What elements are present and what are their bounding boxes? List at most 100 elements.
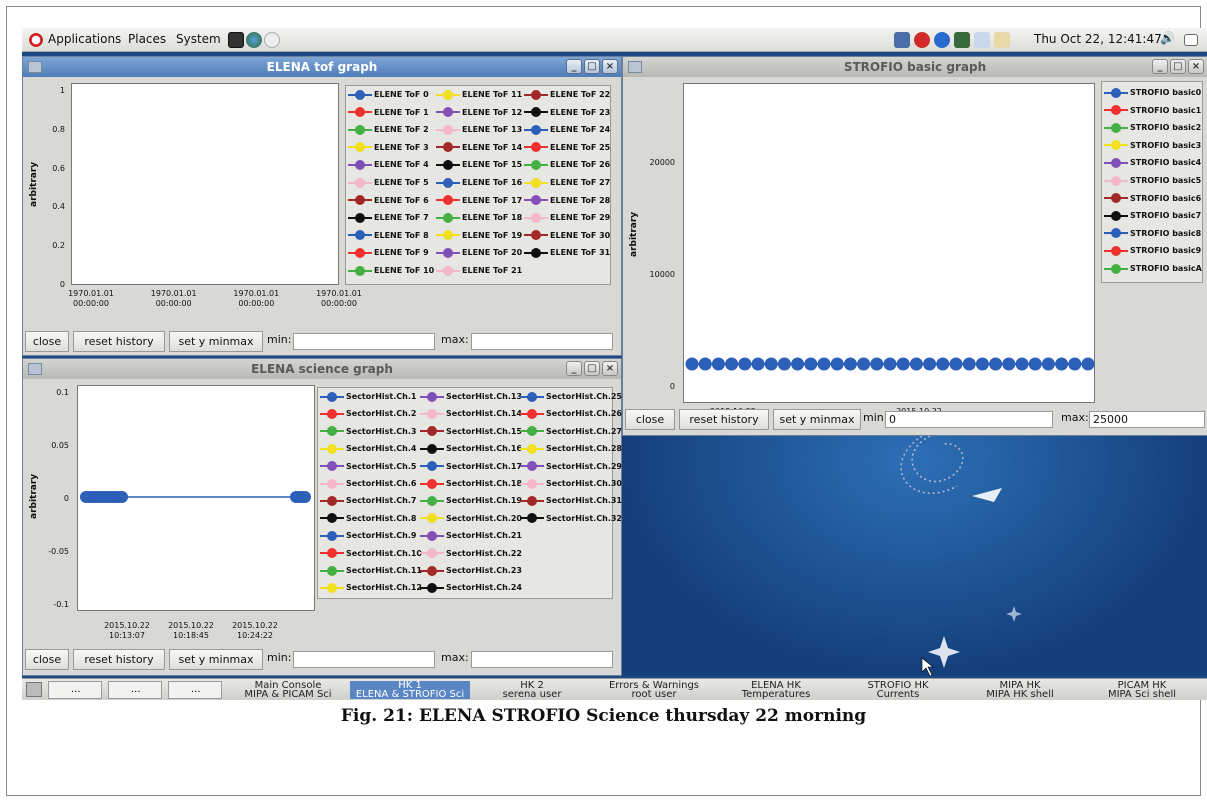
- update-icon[interactable]: [914, 32, 930, 48]
- legend-entry: ELENE ToF 23: [524, 106, 610, 120]
- maximize-icon[interactable]: □: [584, 59, 600, 74]
- workspace-6[interactable]: STROFIO HK Currents: [838, 681, 958, 700]
- legend-entry: SectorHist.Ch.22: [420, 547, 522, 561]
- legend-entry: ELENE ToF 9: [348, 246, 429, 260]
- legend-label: ELENE ToF 30: [550, 230, 611, 240]
- legend-entry: SectorHist.Ch.9: [320, 529, 416, 543]
- show-desktop-button[interactable]: [26, 682, 42, 697]
- strofio-plot-area[interactable]: [683, 83, 1095, 403]
- min-input[interactable]: 0: [885, 411, 1053, 428]
- min-label: min:: [863, 411, 888, 424]
- workspace-7[interactable]: MIPA HK MIPA HK shell: [960, 681, 1080, 700]
- legend-swatch: [420, 513, 444, 524]
- reset-history-button[interactable]: reset history: [73, 649, 165, 670]
- menu-places[interactable]: Places: [128, 32, 166, 46]
- workspace-2[interactable]: HK 1 ELENA & STROFIO Sci: [350, 681, 470, 700]
- legend-marker: [327, 426, 337, 437]
- legend-entry: STROFIO basic3: [1104, 139, 1201, 153]
- legend-swatch: [420, 478, 444, 489]
- workspace-3[interactable]: HK 2 serena user: [472, 681, 592, 700]
- show-desktop-icon[interactable]: [1184, 34, 1198, 46]
- close-icon[interactable]: ×: [602, 361, 618, 376]
- display-icon[interactable]: [894, 32, 910, 48]
- workspace-8[interactable]: PICAM HK MIPA Sci shell: [1082, 681, 1202, 700]
- debian-logo-icon[interactable]: [28, 32, 44, 48]
- titlebar-elena-science[interactable]: ELENA science graph _ □ ×: [23, 359, 621, 379]
- window-menu-icon[interactable]: [28, 363, 42, 375]
- data-point: [698, 357, 712, 371]
- legend-label: ELENE ToF 23: [550, 107, 611, 117]
- accessibility-icon[interactable]: [934, 32, 950, 48]
- workspace-1[interactable]: Main Console MIPA & PICAM Sci: [228, 681, 348, 700]
- legend-label: ELENE ToF 13: [462, 125, 523, 135]
- minimized-window-3[interactable]: ...: [168, 681, 222, 699]
- y-tick-label: 0.2: [52, 241, 65, 251]
- window-elena-science[interactable]: ELENA science graph _ □ × arbitrary 0.1 0…: [22, 358, 622, 676]
- tof-plot-area[interactable]: [71, 83, 339, 285]
- max-input[interactable]: [471, 333, 613, 350]
- y-tick-label: -0.1: [53, 600, 69, 609]
- legend-marker: [527, 478, 537, 489]
- titlebar-elena-tof[interactable]: ELENA tof graph _ □ ×: [23, 57, 621, 77]
- menu-applications[interactable]: Applications: [48, 32, 121, 46]
- set-y-minmax-button[interactable]: set y minmax: [169, 331, 263, 352]
- legend-swatch: [436, 177, 460, 188]
- window-title: STROFIO basic graph: [843, 60, 987, 74]
- min-input[interactable]: [293, 333, 435, 350]
- minimize-icon[interactable]: _: [566, 59, 582, 74]
- science-plot-area[interactable]: [77, 385, 315, 611]
- legend-label: SectorHist.Ch.28: [546, 444, 622, 454]
- minimized-window-2[interactable]: ...: [108, 681, 162, 699]
- reset-history-button[interactable]: reset history: [679, 409, 769, 430]
- close-icon[interactable]: ×: [1188, 59, 1204, 74]
- workspace-5[interactable]: ELENA HK Temperatures: [716, 681, 836, 700]
- legend-swatch: [436, 230, 460, 241]
- max-label: max:: [441, 333, 469, 346]
- minimize-icon[interactable]: _: [1152, 59, 1168, 74]
- legend-marker: [355, 124, 365, 135]
- close-button[interactable]: close: [25, 649, 69, 670]
- close-icon[interactable]: ×: [602, 59, 618, 74]
- legend-entry: ELENE ToF 15: [436, 158, 522, 172]
- minimize-icon[interactable]: _: [566, 361, 582, 376]
- menu-system[interactable]: System: [176, 32, 221, 46]
- minimized-window-1[interactable]: ...: [48, 681, 102, 699]
- browser-icon[interactable]: [246, 32, 262, 48]
- close-button[interactable]: close: [25, 331, 69, 352]
- legend-swatch: [1104, 122, 1128, 133]
- maximize-icon[interactable]: □: [1170, 59, 1186, 74]
- legend-label: ELENE ToF 21: [462, 266, 523, 275]
- terminal-icon[interactable]: [228, 32, 244, 48]
- max-input[interactable]: [471, 651, 613, 668]
- legend-marker: [443, 212, 453, 223]
- maximize-icon[interactable]: □: [584, 361, 600, 376]
- set-y-minmax-button[interactable]: set y minmax: [773, 409, 861, 430]
- legend-swatch: [520, 478, 544, 489]
- titlebar-strofio-basic[interactable]: STROFIO basic graph _ □ ×: [623, 57, 1207, 77]
- legend-label: ELENE ToF 10: [374, 266, 435, 275]
- legend-swatch: [420, 582, 444, 593]
- clock[interactable]: Thu Oct 22, 12:41:47: [1034, 32, 1162, 46]
- search-tool-icon[interactable]: [974, 32, 990, 48]
- legend-marker: [531, 107, 541, 118]
- legend-label: SectorHist.Ch.23: [446, 566, 522, 575]
- max-input[interactable]: 25000: [1089, 411, 1205, 428]
- network-icon[interactable]: [264, 32, 280, 48]
- reset-history-button[interactable]: reset history: [73, 331, 165, 352]
- legend-entry: STROFIO basic5: [1104, 174, 1201, 188]
- window-elena-tof[interactable]: ELENA tof graph _ □ × arbitrary 1 0.8 0.6 0…: [22, 56, 622, 356]
- legend-entry: SectorHist.Ch.17: [420, 460, 522, 474]
- legend-label: SectorHist.Ch.31: [546, 496, 622, 506]
- monitor-icon[interactable]: [954, 32, 970, 48]
- window-menu-icon[interactable]: [628, 61, 642, 73]
- close-button[interactable]: close: [625, 409, 675, 430]
- set-y-minmax-button[interactable]: set y minmax: [169, 649, 263, 670]
- window-menu-icon[interactable]: [28, 61, 42, 73]
- min-input[interactable]: [293, 651, 435, 668]
- legend-entry: ELENE ToF 19: [436, 229, 522, 243]
- paste-icon[interactable]: [994, 32, 1010, 48]
- workspace-4[interactable]: Errors & Warnings root user: [594, 681, 714, 700]
- x-tick-label: 2015.10.22 10:24:22: [232, 621, 278, 640]
- volume-icon[interactable]: 🔊: [1160, 31, 1176, 47]
- window-strofio-basic[interactable]: STROFIO basic graph _ □ × arbitrary 2000…: [622, 56, 1207, 436]
